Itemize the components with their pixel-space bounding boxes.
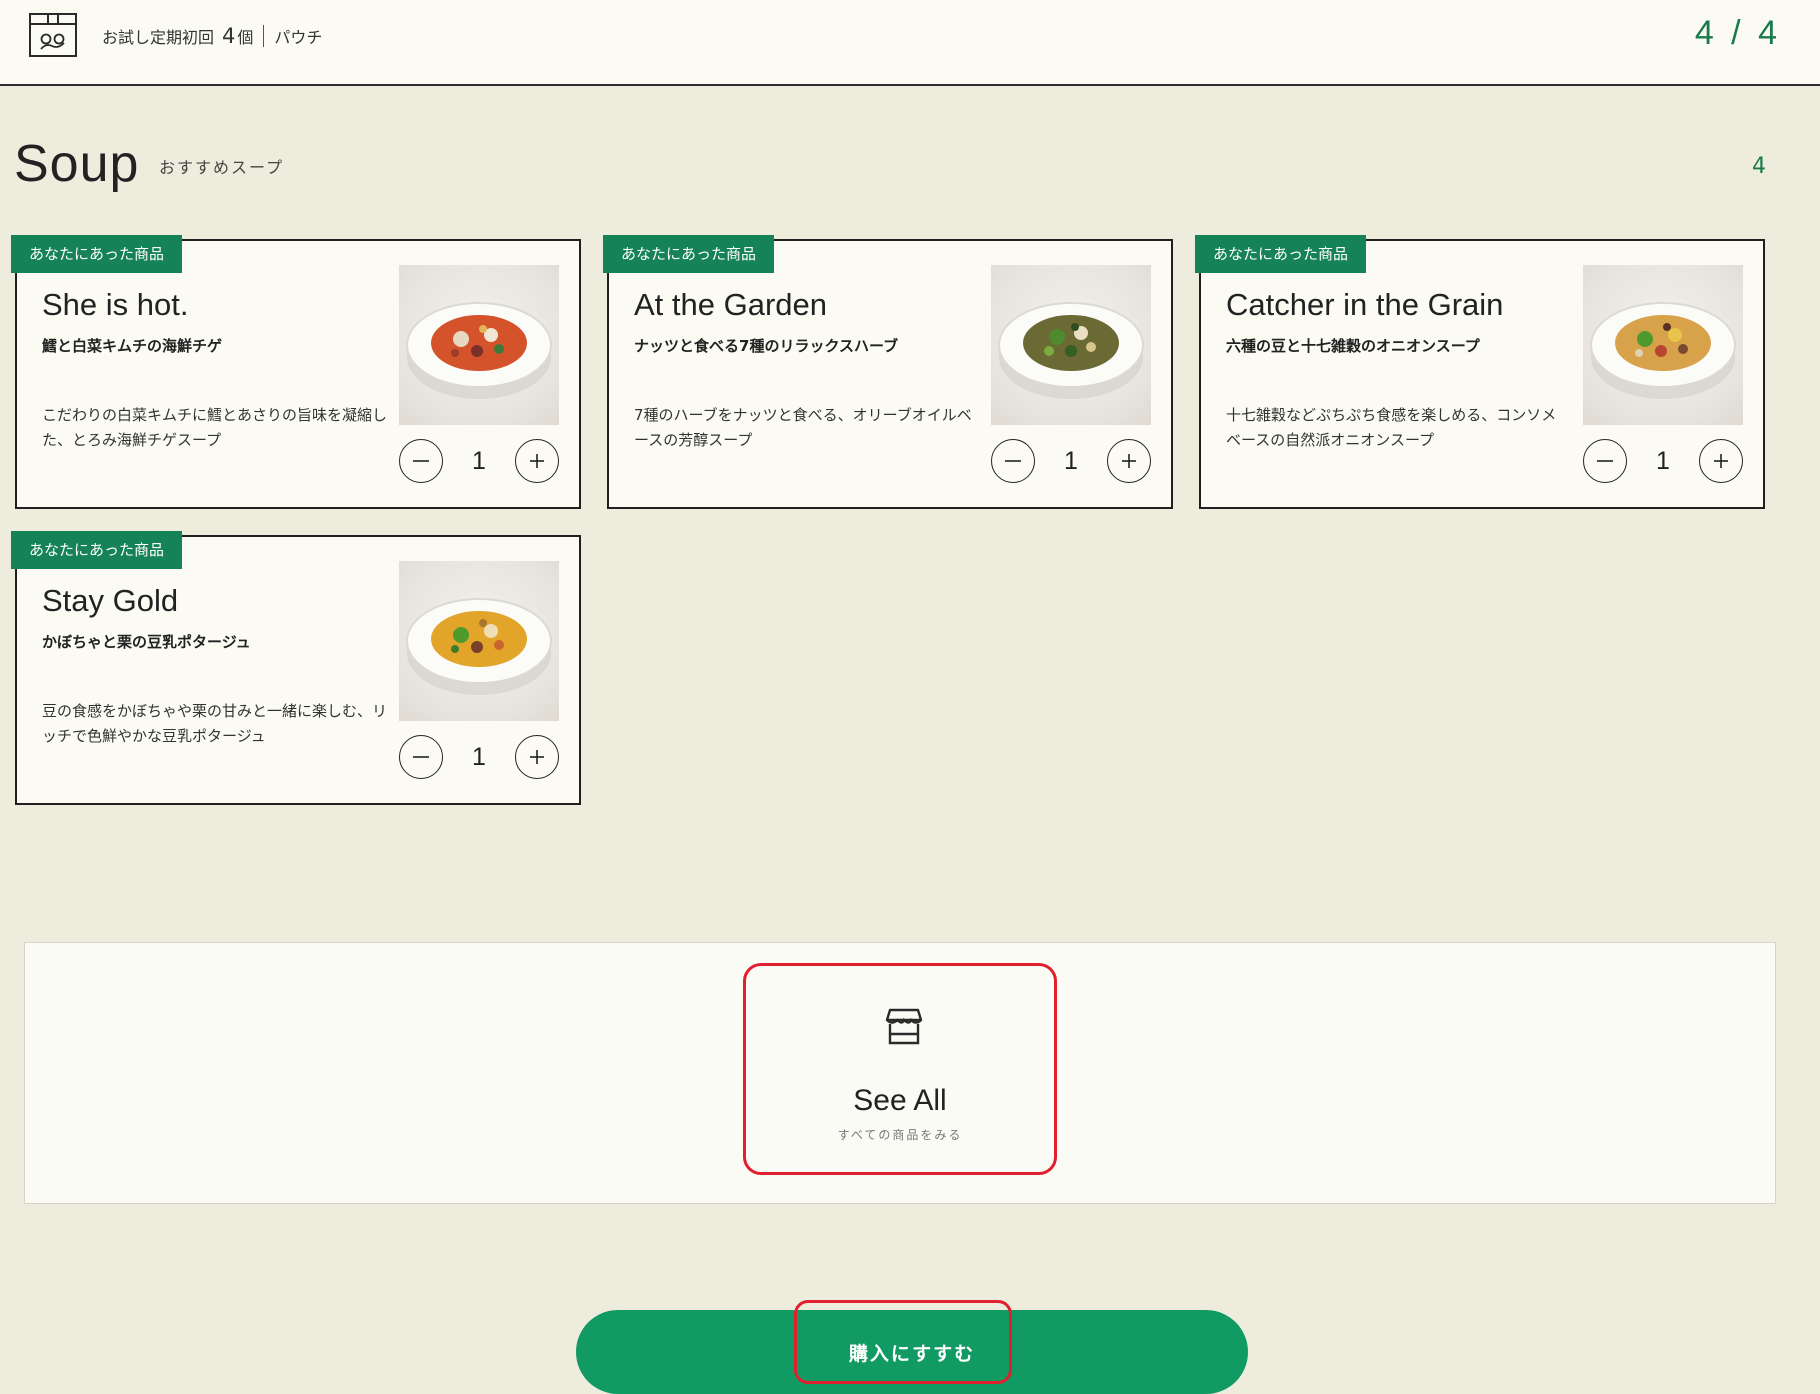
plan-count-unit: 個 [237, 28, 254, 47]
increase-button[interactable] [1107, 439, 1151, 483]
plan-label: お試し定期初回 [102, 28, 215, 47]
plan-count: 4 [222, 24, 236, 48]
purchase-label: 購入にすすむ [848, 1344, 976, 1365]
plus-icon [1122, 454, 1136, 468]
recommended-badge: あなたにあった商品 [1195, 235, 1367, 273]
top-bar: お試し定期初回 4 個 パウチ 4 / 4 [0, 0, 1820, 86]
minus-icon [413, 756, 429, 758]
decrease-button[interactable] [991, 439, 1035, 483]
purchase-button[interactable]: 購入にすすむ [576, 1310, 1248, 1394]
quantity-value: 1 [472, 743, 486, 771]
decrease-button[interactable] [399, 735, 443, 779]
minus-icon [1597, 460, 1613, 462]
plus-icon [530, 750, 544, 764]
plan-summary: お試し定期初回 4 個 パウチ [102, 24, 322, 48]
quantity-value: 1 [472, 447, 486, 475]
section-title: Soup [14, 135, 140, 193]
shop-icon [885, 1008, 923, 1045]
product-description: 十七雑穀などぷちぷち食感を楽しめる、コンソメベースの自然派オニオンスープ [1226, 406, 1557, 449]
product-image [1583, 265, 1743, 425]
product-subtitle: 六種の豆と十七雑穀のオニオンスープ [1226, 337, 1480, 355]
product-subtitle: 鱈と白菜キムチの海鮮チゲ [42, 337, 223, 355]
increase-button[interactable] [515, 735, 559, 779]
plus-icon [1714, 454, 1728, 468]
product-card[interactable]: あなたにあった商品 At the Garden ナッツと食べる7種のリラックスハ… [603, 235, 1173, 509]
recommended-badge: あなたにあった商品 [11, 531, 183, 569]
product-description: 豆の食感をかぼちゃや栗の甘みと一緒に楽しむ、リッチで色鮮やかな豆乳ポタージュ [42, 702, 388, 745]
increase-button[interactable] [515, 439, 559, 483]
product-card[interactable]: あなたにあった商品 She is hot. 鱈と白菜キムチの海鮮チゲ こだわりの… [11, 235, 581, 509]
product-subtitle: ナッツと食べる7種のリラックスハーブ [634, 337, 899, 355]
quantity-value: 1 [1656, 447, 1670, 475]
product-image [991, 265, 1151, 425]
section-count: 4 [1752, 154, 1766, 179]
see-all-button[interactable]: See All すべての商品をみる [743, 963, 1057, 1175]
product-card[interactable]: あなたにあった商品 Catcher in the Grain 六種の豆と十七雑穀… [1195, 235, 1765, 509]
section-subtitle: おすすめスープ [159, 158, 285, 177]
package-type: パウチ [274, 28, 323, 47]
product-description: 7種のハーブをナッツと食べる、オリーブオイルベースの芳醇スープ [634, 406, 972, 449]
plus-icon [530, 454, 544, 468]
product-card[interactable]: あなたにあった商品 Stay Gold かぼちゃと栗の豆乳ポタージュ 豆の食感を… [11, 531, 581, 805]
quantity-stepper: 1 [399, 439, 559, 487]
product-subtitle: かぼちゃと栗の豆乳ポタージュ [42, 633, 251, 651]
recommended-badge: あなたにあった商品 [11, 235, 183, 273]
product-name: Stay Gold [42, 583, 179, 618]
divider [263, 25, 265, 47]
step-progress: 4 / 4 [1694, 14, 1781, 52]
product-image [399, 561, 559, 721]
product-name: At the Garden [634, 287, 828, 322]
product-name: Catcher in the Grain [1226, 287, 1504, 322]
product-description: こだわりの白菜キムチに鱈とあさりの旨味を凝縮した、とろみ海鮮チゲスープ [42, 406, 388, 449]
see-all-sublabel: すべての商品をみる [837, 1128, 963, 1142]
minus-icon [413, 460, 429, 462]
quantity-stepper: 1 [399, 735, 559, 783]
decrease-button[interactable] [399, 439, 443, 483]
see-all-label: See All [853, 1084, 947, 1117]
product-name: She is hot. [42, 287, 189, 322]
quantity-stepper: 1 [1583, 439, 1743, 487]
product-image [399, 265, 559, 425]
increase-button[interactable] [1699, 439, 1743, 483]
quantity-stepper: 1 [991, 439, 1151, 487]
box-icon [29, 13, 77, 57]
minus-icon [1005, 460, 1021, 462]
recommended-badge: あなたにあった商品 [603, 235, 775, 273]
decrease-button[interactable] [1583, 439, 1627, 483]
see-all-panel: See All すべての商品をみる [24, 942, 1776, 1204]
quantity-value: 1 [1064, 447, 1078, 475]
